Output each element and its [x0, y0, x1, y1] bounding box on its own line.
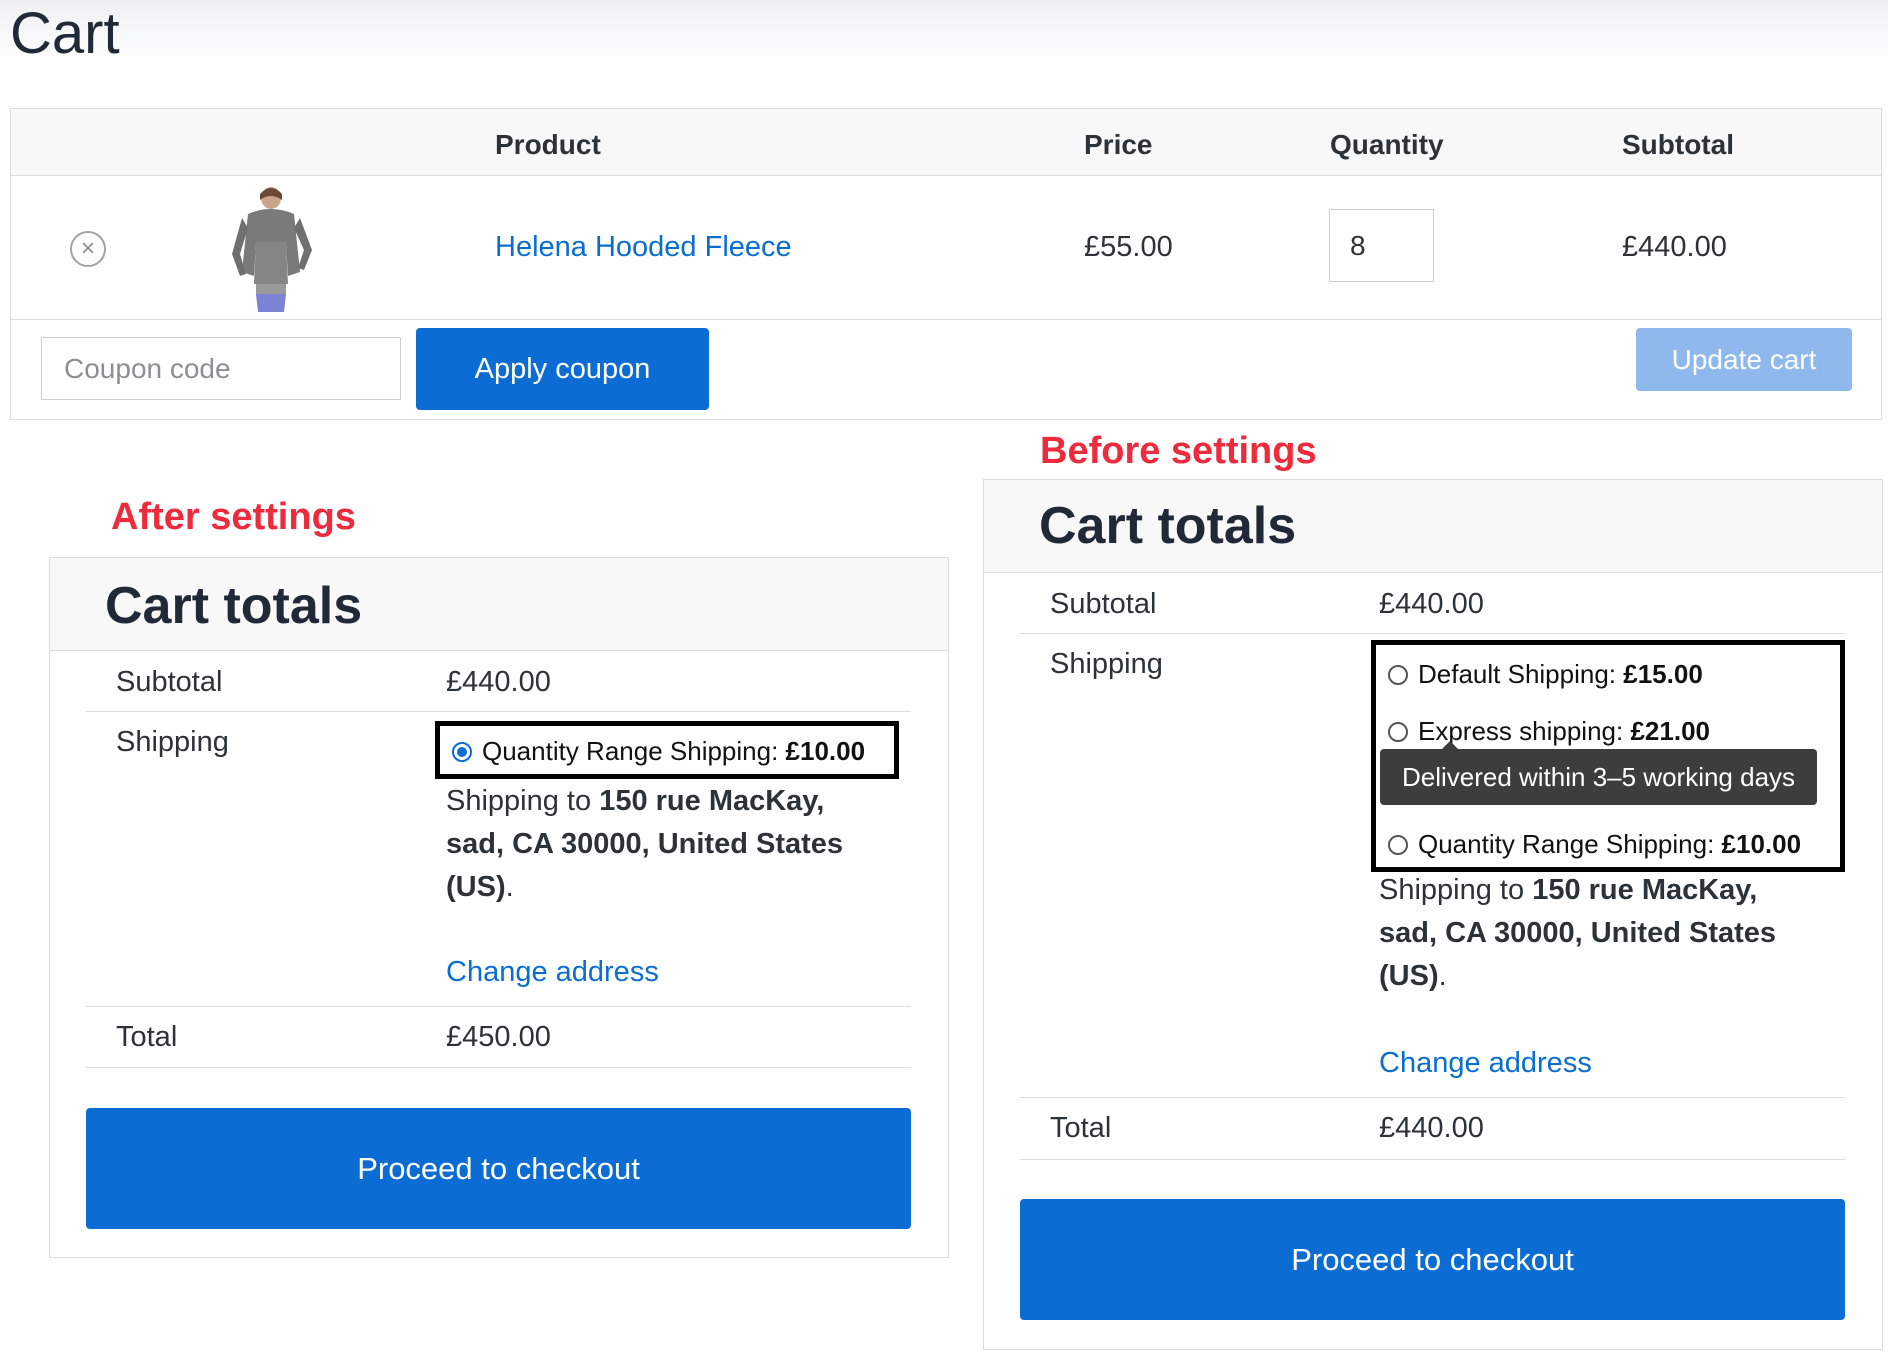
shipping-option-express[interactable]: Express shipping: £21.00	[1388, 716, 1710, 747]
radio-unselected-icon[interactable]	[1388, 665, 1408, 685]
cart-totals-title: Cart totals	[105, 577, 363, 635]
header-product: Product	[495, 129, 601, 160]
cart-totals-after: Cart totals Subtotal £440.00 Shipping Qu…	[49, 557, 949, 1258]
radio-unselected-icon[interactable]	[1388, 835, 1408, 855]
subtotal-label: Subtotal	[116, 666, 223, 698]
shipping-tooltip: Delivered within 3–5 working days	[1380, 741, 1817, 805]
subtotal-value: £440.00	[1379, 588, 1484, 620]
radio-unselected-icon[interactable]	[1388, 722, 1408, 742]
total-value: £450.00	[446, 1021, 551, 1053]
cart-totals-before: Cart totals Subtotal £440.00 Shipping De…	[983, 479, 1883, 1350]
subtotal-value: £440.00	[446, 666, 551, 698]
top-bar	[0, 0, 1888, 64]
before-settings-label: Before settings	[1040, 430, 1317, 472]
total-label: Total	[116, 1021, 178, 1053]
shipping-option-price: £10.00	[1721, 829, 1802, 859]
divider	[1020, 1097, 1845, 1098]
update-cart-button[interactable]: Update cart	[1636, 328, 1852, 391]
address-line-1: 150 rue MacKay,	[1532, 874, 1758, 906]
address-line-3: (US)	[1379, 960, 1439, 992]
shipping-options-highlight: Quantity Range Shipping: £10.00	[435, 721, 899, 779]
divider	[1020, 1159, 1845, 1160]
header-subtotal: Subtotal	[1622, 129, 1734, 160]
address-line-3: (US)	[446, 871, 506, 903]
shipping-label: Shipping	[1050, 648, 1163, 680]
page-title: Cart	[10, 1, 120, 66]
address-prefix: Shipping to	[1379, 874, 1525, 906]
cart-totals-header: Cart totals	[50, 558, 948, 651]
product-thumbnail[interactable]	[216, 184, 326, 312]
shipping-option-price: £21.00	[1630, 716, 1710, 746]
subtotal-label: Subtotal	[1050, 588, 1157, 620]
shipping-option-price: £10.00	[785, 736, 866, 766]
total-label: Total	[1050, 1112, 1112, 1144]
change-address-link[interactable]: Change address	[1379, 1047, 1592, 1080]
item-price: £55.00	[1084, 231, 1173, 263]
cart-table: Product Price Quantity Subtotal × Helena…	[10, 108, 1882, 420]
header-quantity: Quantity	[1330, 129, 1444, 160]
address-suffix: .	[505, 871, 514, 903]
address-line-2: sad, CA 30000, United States	[446, 828, 844, 860]
proceed-to-checkout-button[interactable]: Proceed to checkout	[86, 1108, 911, 1229]
divider	[86, 1006, 911, 1007]
product-link[interactable]: Helena Hooded Fleece	[495, 231, 792, 264]
shipping-address: Shipping to 150 rue MacKay, sad, CA 3000…	[446, 780, 843, 909]
shipping-label: Shipping	[116, 726, 229, 758]
apply-coupon-button[interactable]: Apply coupon	[416, 328, 709, 410]
shipping-option-name: Quantity Range Shipping:	[482, 736, 779, 766]
shipping-option-price: £15.00	[1623, 659, 1703, 689]
coupon-input[interactable]	[41, 337, 401, 400]
shipping-option-quantity-range[interactable]: Quantity Range Shipping: £10.00	[1388, 829, 1801, 860]
remove-item-icon[interactable]: ×	[70, 231, 106, 267]
quantity-input[interactable]	[1329, 209, 1434, 282]
address-suffix: .	[1438, 960, 1447, 992]
shipping-option-name: Quantity Range Shipping:	[1418, 829, 1715, 859]
cart-table-header: Product Price Quantity Subtotal	[11, 109, 1881, 176]
item-subtotal: £440.00	[1622, 231, 1727, 263]
after-settings-label: After settings	[111, 496, 356, 538]
address-line-1: 150 rue MacKay,	[599, 785, 825, 817]
header-price: Price	[1084, 129, 1153, 160]
divider	[1020, 633, 1845, 634]
shipping-address: Shipping to 150 rue MacKay, sad, CA 3000…	[1379, 869, 1776, 998]
cart-totals-header: Cart totals	[984, 480, 1882, 573]
cart-totals-title: Cart totals	[1039, 497, 1297, 555]
radio-selected-icon[interactable]	[452, 742, 472, 762]
shipping-option-name: Default Shipping:	[1418, 659, 1617, 689]
change-address-link[interactable]: Change address	[446, 956, 659, 989]
divider	[86, 1067, 911, 1068]
address-line-2: sad, CA 30000, United States	[1379, 917, 1777, 949]
shipping-option-quantity-range[interactable]: Quantity Range Shipping: £10.00	[452, 736, 865, 767]
total-value: £440.00	[1379, 1112, 1484, 1144]
table-row: × Helena Hooded Fleece £55.00 £440.00	[11, 176, 1881, 320]
divider	[86, 711, 911, 712]
address-prefix: Shipping to	[446, 785, 592, 817]
shipping-option-default[interactable]: Default Shipping: £15.00	[1388, 659, 1703, 690]
proceed-to-checkout-button[interactable]: Proceed to checkout	[1020, 1199, 1845, 1320]
